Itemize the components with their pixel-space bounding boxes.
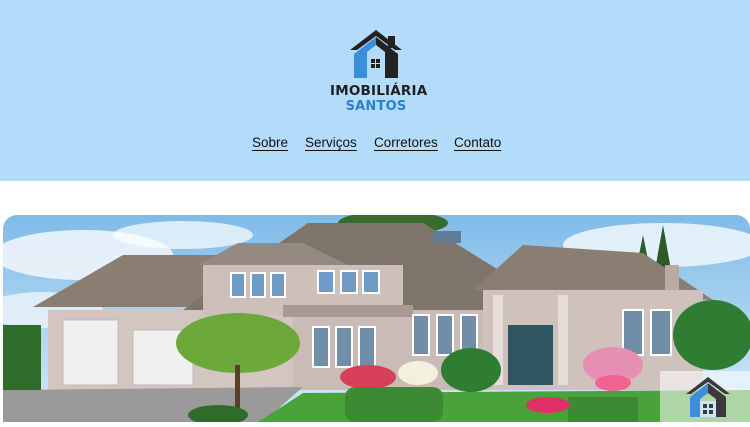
nav-link-servicos[interactable]: Serviços: [305, 135, 357, 150]
floating-logo-badge[interactable]: [660, 371, 750, 422]
brand-name-line1: IMOBILIÁRIA: [330, 83, 428, 99]
main-nav: Sobre Serviços Corretores Contato: [0, 135, 750, 155]
hero-image: [3, 215, 750, 422]
house-logo-icon: [686, 377, 730, 417]
site-header: IMOBILIÁRIA SANTOS Sobre Serviços Corret…: [0, 0, 750, 181]
site-logo[interactable]: IMOBILIÁRIA SANTOS: [330, 28, 428, 120]
nav-link-sobre[interactable]: Sobre: [252, 135, 288, 150]
nav-link-corretores[interactable]: Corretores: [374, 135, 438, 150]
house-exterior-photo: [3, 215, 750, 422]
house-logo-icon: [350, 30, 402, 78]
nav-link-contato[interactable]: Contato: [454, 135, 501, 150]
brand-name-line2: SANTOS: [345, 99, 407, 114]
